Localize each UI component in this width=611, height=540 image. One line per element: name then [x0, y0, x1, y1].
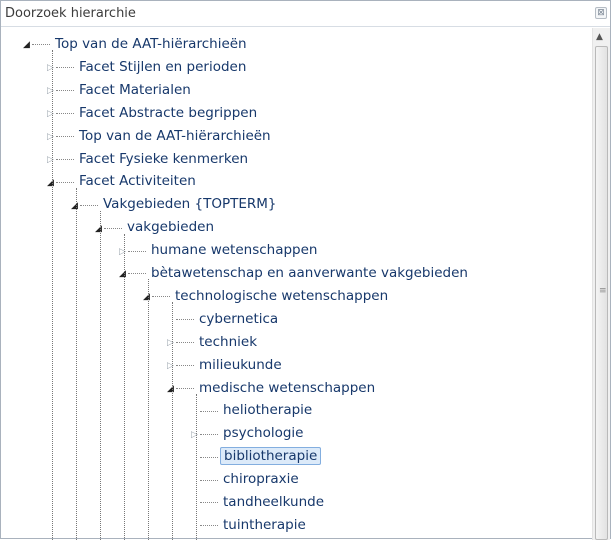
tree-item-label: tandheelkunde [223, 494, 324, 510]
tree-item[interactable]: Top van de AAT-hiërarchieën [52, 33, 250, 56]
tree-item-label: Vakgebieden {TOPTERM} [103, 196, 277, 213]
tree-item[interactable]: vakgebieden [124, 216, 217, 239]
tree-item[interactable]: heliotherapie [220, 399, 315, 422]
tree-item-label: Top van de AAT-hiërarchieën [55, 36, 247, 52]
tree-item[interactable]: Facet Materialen [76, 79, 194, 102]
tree-connector [200, 479, 218, 481]
tree-connector [80, 204, 98, 206]
tree-item-label: chiropraxie [223, 471, 299, 488]
tree-item[interactable]: Facet Stijlen en perioden [76, 56, 249, 79]
scroll-up-icon[interactable]: ▲ [596, 32, 603, 42]
tree-item-label: Facet Fysieke kenmerken [79, 150, 249, 167]
tree-guide-line [100, 210, 101, 540]
tree-item-label: Facet Activiteiten [79, 173, 196, 190]
tree-guide-line [124, 233, 125, 540]
expanded-triangle-icon[interactable]: ◢ [23, 40, 33, 50]
tree-item[interactable]: medische wetenschappen [196, 377, 378, 400]
tree-connector [176, 387, 194, 389]
tree-connector [32, 44, 50, 46]
tree-guide-line [196, 393, 197, 540]
tree-item[interactable]: tuintherapie [220, 514, 309, 537]
tree-guide-line [172, 302, 173, 540]
tree-guide-line [76, 187, 77, 540]
tree-item[interactable]: Top van de AAT-hiërarchieën [76, 125, 274, 148]
tree-connector [200, 502, 218, 504]
panel-title: Doorzoek hierarchie [5, 6, 136, 21]
tree-connector [56, 158, 74, 160]
tree-connector [200, 410, 218, 412]
tree-connector [200, 525, 218, 527]
tree-item-label: heliotherapie [223, 402, 313, 419]
tree-connector [56, 181, 74, 183]
tree-item-label: milieukunde [199, 356, 282, 373]
tree-connector [176, 342, 194, 344]
tree-item-label: technologische wetenschappen [175, 287, 389, 304]
tree-item[interactable]: Facet Abstracte begrippen [76, 102, 260, 125]
tree-connector [200, 433, 218, 435]
tree-connector [128, 273, 146, 275]
tree-connector [200, 456, 218, 458]
tree-connector [176, 365, 194, 367]
tree-item-label: bibliotherapie [220, 447, 322, 466]
tree-item-label: tuintherapie [223, 516, 306, 533]
tree-item[interactable]: techniek [196, 331, 260, 354]
tree-item-label: humane wetenschappen [151, 242, 318, 259]
tree-item[interactable]: bètawetenschap en aanverwante vakgebiede… [148, 262, 471, 285]
vertical-scrollbar[interactable]: ▲ ≡ [592, 28, 610, 540]
tree-item[interactable]: Facet Fysieke kenmerken [76, 148, 251, 171]
tree-item-label: Facet Stijlen en perioden [79, 58, 247, 75]
tree-item-label: Facet Abstracte begrippen [79, 104, 258, 121]
tree-item[interactable]: cybernetica [196, 308, 281, 331]
grip-icon: ≡ [599, 286, 607, 296]
scrollbar-thumb[interactable]: ≡ [595, 46, 608, 540]
tree-connector [56, 67, 74, 69]
tree-item-label: techniek [199, 333, 258, 350]
tree-item-label: Top van de AAT-hiërarchieën [79, 127, 271, 144]
tree-item[interactable]: Facet Activiteiten [76, 170, 199, 193]
tree-item[interactable]: humane wetenschappen [148, 239, 320, 262]
tree-connector [56, 113, 74, 115]
hierarchy-tree: ◢ Top van de AAT-hiërarchieën ▷ Facet Stijl… [1, 28, 593, 540]
tree-item-label: vakgebieden [127, 219, 215, 236]
tree-connector [128, 250, 146, 252]
tree-item-label: cybernetica [199, 310, 279, 327]
tree-item-label: Facet Materialen [79, 81, 191, 98]
tree-connector [152, 296, 170, 298]
tree-item[interactable]: bibliotherapie [220, 445, 322, 468]
tree-item[interactable]: psychologie [220, 422, 306, 445]
tree-item[interactable]: technologische wetenschappen [172, 285, 391, 308]
close-icon[interactable]: ⊠ [595, 7, 607, 19]
hierarchy-panel: Doorzoek hierarchie ⊠ ◢ Top van de AAT-hi… [0, 0, 611, 540]
tree-item-label: psychologie [223, 425, 304, 442]
tree-item[interactable]: tandheelkunde [220, 491, 327, 514]
tree-item[interactable]: milieukunde [196, 354, 285, 377]
tree-connector [56, 136, 74, 138]
tree-item[interactable]: chiropraxie [220, 468, 302, 491]
tree-guide-line [148, 279, 149, 540]
tree-item-label: medische wetenschappen [199, 379, 376, 396]
tree-guide-line [52, 50, 53, 540]
panel-titlebar: Doorzoek hierarchie ⊠ [1, 1, 610, 27]
tree-item[interactable]: Vakgebieden {TOPTERM} [100, 193, 280, 216]
tree-connector [56, 90, 74, 92]
tree-connector [176, 319, 194, 321]
tree-connector [104, 227, 122, 229]
tree-item-label: bètawetenschap en aanverwante vakgebiede… [151, 265, 468, 281]
